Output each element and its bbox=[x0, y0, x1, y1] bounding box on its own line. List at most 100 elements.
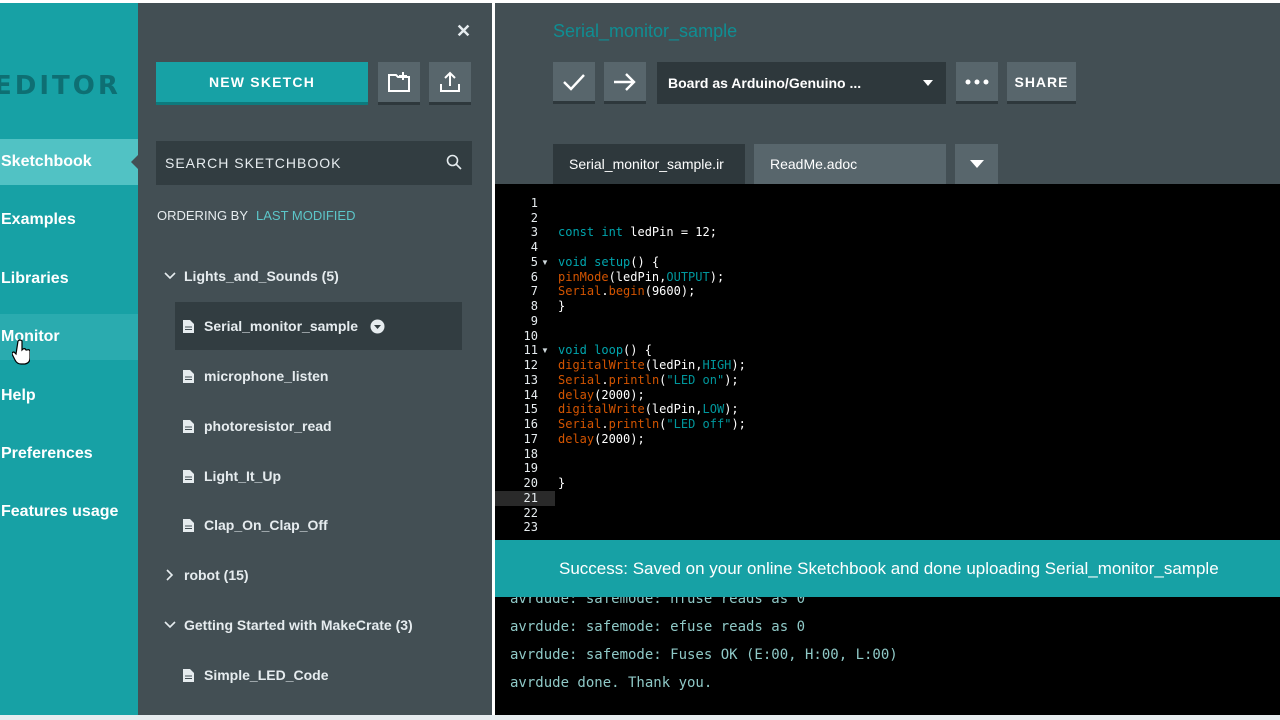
line-number: 2 bbox=[530, 211, 538, 225]
chevron-down-icon bbox=[160, 272, 180, 280]
line-number: 5 bbox=[530, 255, 538, 269]
check-icon bbox=[563, 73, 585, 91]
upload-button[interactable] bbox=[604, 62, 646, 104]
new-sketch-button[interactable]: NEW SKETCH bbox=[156, 62, 368, 105]
line-number: 12 bbox=[523, 358, 538, 372]
fold-arrow-icon[interactable]: ▼ bbox=[541, 258, 549, 267]
sketch-item-simple-led-code[interactable]: Simple_LED_Code bbox=[175, 651, 462, 699]
share-button[interactable]: SHARE bbox=[1007, 62, 1076, 104]
nav-item-libraries[interactable]: Libraries bbox=[0, 256, 138, 302]
sketch-label: Serial_monitor_sample bbox=[204, 318, 359, 334]
code-line-11: void loop() { bbox=[558, 343, 652, 357]
new-folder-button[interactable] bbox=[378, 62, 420, 105]
fold-arrow-icon[interactable]: ▼ bbox=[541, 346, 549, 355]
line-number: 7 bbox=[530, 284, 538, 298]
line-number: 14 bbox=[523, 388, 538, 402]
code-line-13: Serial.println("LED on"); bbox=[558, 373, 739, 387]
sketch-item-light-it-up[interactable]: Light_It_Up bbox=[175, 452, 462, 500]
nav-item-features-usage[interactable]: Features usage bbox=[0, 489, 138, 535]
line-number: 18 bbox=[523, 447, 538, 461]
verify-button[interactable] bbox=[553, 62, 595, 104]
file-icon bbox=[183, 419, 194, 433]
line-number: 1 bbox=[530, 196, 538, 210]
file-icon bbox=[183, 319, 194, 333]
more-icon bbox=[965, 79, 989, 84]
sketch-item-microphone-listen[interactable]: microphone_listen bbox=[175, 352, 462, 400]
sketch-label: photoresistor_read bbox=[204, 418, 332, 434]
folder-lights-and-sounds[interactable]: Lights_and_Sounds (5) bbox=[160, 261, 339, 291]
nav-item-sketchbook[interactable]: Sketchbook bbox=[0, 139, 138, 185]
sketch-label: microphone_listen bbox=[204, 368, 329, 384]
code-line-17: delay(2000); bbox=[558, 432, 645, 446]
folder-label: Getting Started with MakeCrate (3) bbox=[184, 617, 413, 633]
code-line-15: digitalWrite(ledPin,LOW); bbox=[558, 402, 739, 416]
sketch-item-clap-on-clap-off[interactable]: Clap_On_Clap_Off bbox=[175, 501, 462, 549]
nav-item-label: Help bbox=[1, 387, 36, 404]
file-icon bbox=[183, 369, 194, 383]
board-label: Board as Arduino/Genuino ... bbox=[668, 75, 862, 91]
tab-readme[interactable]: ReadMe.adoc bbox=[754, 144, 946, 184]
folder-getting-started[interactable]: Getting Started with MakeCrate (3) bbox=[160, 610, 413, 640]
file-icon bbox=[183, 518, 194, 532]
line-number: 6 bbox=[530, 270, 538, 284]
sketch-label: Light_It_Up bbox=[204, 468, 281, 484]
nav-item-label: Libraries bbox=[1, 270, 69, 287]
line-number: 10 bbox=[523, 329, 538, 343]
line-number: 9 bbox=[530, 314, 538, 328]
chevron-down-icon bbox=[923, 80, 933, 86]
console-line: avrdude done. Thank you. bbox=[510, 675, 713, 691]
nav-item-label: Monitor bbox=[1, 328, 60, 345]
tab-serial-monitor-sample[interactable]: Serial_monitor_sample.ir bbox=[553, 144, 745, 184]
editor-area: Serial_monitor_sample Board as Arduino/G… bbox=[495, 3, 1280, 715]
console-line: avrdude: safemode: Fuses OK (E:00, H:00,… bbox=[510, 647, 898, 663]
board-selector[interactable]: Board as Arduino/Genuino ... bbox=[657, 62, 946, 104]
file-icon bbox=[183, 469, 194, 483]
line-number: 20 bbox=[523, 476, 538, 490]
ordering-row: ORDERING BY LAST MODIFIED bbox=[157, 208, 355, 223]
folder-robot[interactable]: robot (15) bbox=[160, 560, 249, 590]
upload-sketch-button[interactable] bbox=[429, 62, 471, 105]
line-number: 19 bbox=[523, 461, 538, 475]
code-line-6: pinMode(ledPin,OUTPUT); bbox=[558, 270, 725, 284]
sketch-menu-icon[interactable] bbox=[370, 319, 385, 334]
nav-item-label: Sketchbook bbox=[1, 153, 92, 170]
nav-item-label: Features usage bbox=[1, 503, 119, 520]
nav-item-examples[interactable]: Examples bbox=[0, 197, 138, 243]
search-icon[interactable] bbox=[446, 154, 462, 170]
console-line: avrdude: safemode: efuse reads as 0 bbox=[510, 619, 806, 635]
nav-item-preferences[interactable]: Preferences bbox=[0, 431, 138, 477]
line-gutter: 1 2 3 4 5 6 7 8 9 10 11 12 13 14 15 16 1… bbox=[495, 184, 553, 544]
line-number: 21 bbox=[523, 491, 538, 505]
line-number: 23 bbox=[523, 520, 538, 534]
nav-item-help[interactable]: Help bbox=[0, 373, 138, 419]
folder-label: Lights_and_Sounds (5) bbox=[184, 268, 339, 284]
hand-cursor-icon bbox=[12, 339, 30, 365]
sketch-item-serial-monitor-sample[interactable]: Serial_monitor_sample bbox=[175, 302, 462, 350]
code-line-16: Serial.println("LED off"); bbox=[558, 417, 746, 431]
code-editor[interactable]: 1 2 3 4 5 6 7 8 9 10 11 12 13 14 15 16 1… bbox=[495, 184, 1280, 544]
chevron-down-icon bbox=[969, 160, 984, 168]
search-placeholder: SEARCH SKETCHBOOK bbox=[165, 155, 342, 171]
sketchbook-panel: ✕ NEW SKETCH SEARCH SKETCHBOOK ORDERING … bbox=[138, 3, 492, 715]
close-icon[interactable]: ✕ bbox=[456, 21, 471, 42]
code-line-20: } bbox=[558, 476, 566, 490]
file-icon bbox=[183, 668, 194, 682]
bottom-strip bbox=[0, 715, 1280, 720]
line-number: 13 bbox=[523, 373, 538, 387]
tab-menu-button[interactable] bbox=[955, 144, 998, 184]
editor-title: EDITOR bbox=[0, 71, 121, 101]
arrow-right-icon bbox=[614, 72, 636, 91]
ordering-value[interactable]: LAST MODIFIED bbox=[256, 208, 355, 223]
success-notification: Success: Saved on your online Sketchbook… bbox=[495, 540, 1280, 597]
search-sketchbook-input[interactable]: SEARCH SKETCHBOOK bbox=[156, 141, 472, 185]
nav-item-label: Examples bbox=[1, 211, 76, 228]
sketch-title[interactable]: Serial_monitor_sample bbox=[553, 21, 737, 42]
chevron-right-icon bbox=[160, 569, 180, 581]
left-nav: EDITOR Sketchbook Examples Libraries Mon… bbox=[0, 3, 138, 715]
code-line-12: digitalWrite(ledPin,HIGH); bbox=[558, 358, 746, 372]
more-options-button[interactable] bbox=[956, 62, 998, 104]
ordering-label: ORDERING BY bbox=[157, 208, 249, 223]
sketch-item-photoresistor-read[interactable]: photoresistor_read bbox=[175, 402, 462, 450]
line-number: 16 bbox=[523, 417, 538, 431]
new-folder-icon bbox=[388, 72, 410, 92]
